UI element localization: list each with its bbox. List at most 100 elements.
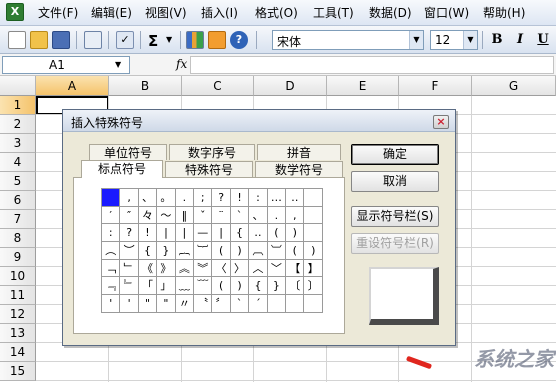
chevron-down-icon[interactable]: ▼ (115, 60, 121, 69)
symbol-cell[interactable]: ! (229, 188, 250, 207)
symbol-cell[interactable]: ‥ (285, 188, 305, 207)
menu-help[interactable]: 帮助(H) (483, 5, 525, 21)
symbol-cell[interactable]: ( (211, 276, 231, 296)
symbol-cell[interactable]: ‥ (248, 223, 268, 243)
symbol-cell[interactable]: . (266, 205, 287, 225)
symbol-cell[interactable]: 】 (303, 258, 323, 278)
column-header-b[interactable]: B (109, 76, 182, 96)
formula-input[interactable] (190, 56, 554, 74)
symbol-cell[interactable] (303, 205, 323, 225)
chart-wizard-icon[interactable] (186, 31, 204, 49)
symbol-cell[interactable]: 〃 (174, 294, 195, 313)
row-header-12[interactable]: 12 (0, 305, 36, 324)
row-header-4[interactable]: 4 (0, 153, 36, 172)
row-header-2[interactable]: 2 (0, 115, 36, 134)
column-header-g[interactable]: G (472, 76, 556, 96)
spell-check-icon[interactable]: ✓ (116, 31, 134, 49)
symbol-cell[interactable]: ' (119, 294, 139, 313)
symbol-cell[interactable] (303, 188, 323, 207)
symbol-cell[interactable]: 、 (137, 188, 158, 207)
new-document-icon[interactable] (8, 31, 26, 49)
symbol-cell[interactable]: 〈 (211, 258, 231, 278)
column-header-a[interactable]: A (36, 76, 109, 96)
row-header-13[interactable]: 13 (0, 324, 36, 343)
symbol-cell[interactable]: ︿ (248, 258, 268, 278)
symbol-cell[interactable]: 【 (285, 258, 305, 278)
symbol-cell[interactable]: | (211, 223, 231, 243)
tab-pinyin[interactable]: 拼音 (257, 144, 341, 160)
symbol-cell[interactable]: ︵ (100, 241, 121, 260)
menu-window[interactable]: 窗口(W) (424, 5, 469, 21)
row-header-3[interactable]: 3 (0, 134, 36, 153)
row-header-5[interactable]: 5 (0, 172, 36, 191)
drawing-icon[interactable] (208, 31, 226, 49)
column-header-e[interactable]: E (327, 76, 399, 96)
excel-app-icon[interactable]: X (6, 3, 24, 21)
symbol-cell[interactable]: ) (285, 223, 305, 243)
symbol-cell[interactable]: — (193, 223, 213, 243)
row-header-7[interactable]: 7 (0, 210, 36, 229)
chevron-down-icon[interactable]: ▼ (166, 35, 172, 44)
menu-view[interactable]: 视图(V) (145, 5, 187, 21)
symbol-cell[interactable]: : (100, 223, 121, 243)
symbol-cell[interactable]: ( (266, 223, 287, 243)
symbol-cell[interactable]: ︽ (174, 258, 195, 278)
symbol-cell[interactable]: ﹁ (100, 258, 121, 278)
symbol-cell[interactable]: ) (303, 241, 323, 260)
symbol-cell[interactable]: ︷ (174, 241, 195, 260)
symbol-cell[interactable]: ﹂ (119, 258, 139, 278)
symbol-cell[interactable]: ¨ (211, 205, 231, 225)
symbol-cell[interactable]: … (266, 188, 287, 207)
symbol-cell[interactable]: ‖ (174, 205, 195, 225)
chevron-down-icon[interactable]: ▼ (409, 31, 423, 49)
symbol-cell[interactable]: 」 (156, 276, 176, 296)
symbol-cell[interactable]: ″ (119, 205, 139, 225)
row-header-8[interactable]: 8 (0, 229, 36, 248)
symbol-cell[interactable]: ( (211, 241, 231, 260)
symbol-cell[interactable]: ( (285, 241, 305, 260)
symbol-cell[interactable]: 》 (156, 258, 176, 278)
symbol-cell[interactable]: ′ (100, 205, 121, 225)
symbol-cell[interactable]: ) (229, 241, 250, 260)
name-box[interactable]: A1 ▼ (2, 56, 130, 74)
symbol-cell[interactable]: { (137, 241, 158, 260)
tab-unit-symbols[interactable]: 单位符号 (89, 144, 167, 160)
symbol-cell[interactable]: ! (137, 223, 158, 243)
symbol-cell[interactable]: . (174, 188, 195, 207)
symbol-cell[interactable]: ` (229, 205, 250, 225)
symbol-cell[interactable]: 《 (137, 258, 158, 278)
symbol-cell[interactable]: ﹃ (100, 276, 121, 296)
symbol-cell[interactable]: ) (229, 276, 250, 296)
symbol-cell[interactable]: 「 (137, 276, 158, 296)
symbol-cell[interactable]: ﹄ (119, 276, 139, 296)
autosum-icon[interactable]: Σ (148, 32, 158, 50)
italic-button[interactable]: I (511, 31, 529, 49)
menu-data[interactable]: 数据(D) (369, 5, 412, 21)
tab-number-sequence[interactable]: 数字序号 (169, 144, 255, 160)
symbol-cell[interactable]: { (229, 223, 250, 243)
show-symbol-bar-button[interactable]: 显示符号栏(S) (351, 206, 439, 227)
symbol-cell[interactable]: ˋ (229, 294, 250, 313)
column-header-f[interactable]: F (399, 76, 472, 96)
font-size-select[interactable]: 12 ▼ (430, 30, 478, 50)
symbol-cell[interactable]: ︹ (248, 241, 268, 260)
menu-insert[interactable]: 插入(I) (201, 5, 238, 21)
row-header-9[interactable]: 9 (0, 248, 36, 267)
column-header-d[interactable]: D (254, 76, 327, 96)
symbol-cell-selected[interactable] (100, 188, 121, 207)
ok-button[interactable]: 确定 (351, 144, 439, 165)
symbol-cell[interactable]: 、 (248, 205, 268, 225)
save-icon[interactable] (52, 31, 70, 49)
symbol-cell[interactable]: ˊ (248, 294, 268, 313)
symbol-cell[interactable]: ' (100, 294, 121, 313)
select-all-corner[interactable] (0, 76, 36, 96)
menu-tools[interactable]: 工具(T) (313, 5, 354, 21)
symbol-cell[interactable]: " (137, 294, 158, 313)
print-preview-icon[interactable] (84, 31, 102, 49)
symbol-cell[interactable]: } (156, 241, 176, 260)
chevron-down-icon[interactable]: ▼ (463, 31, 477, 49)
symbol-cell[interactable] (266, 294, 287, 313)
tab-punctuation[interactable]: 标点符号 (81, 160, 163, 178)
symbol-cell[interactable]: : (248, 188, 268, 207)
symbol-cell[interactable]: , (285, 205, 305, 225)
